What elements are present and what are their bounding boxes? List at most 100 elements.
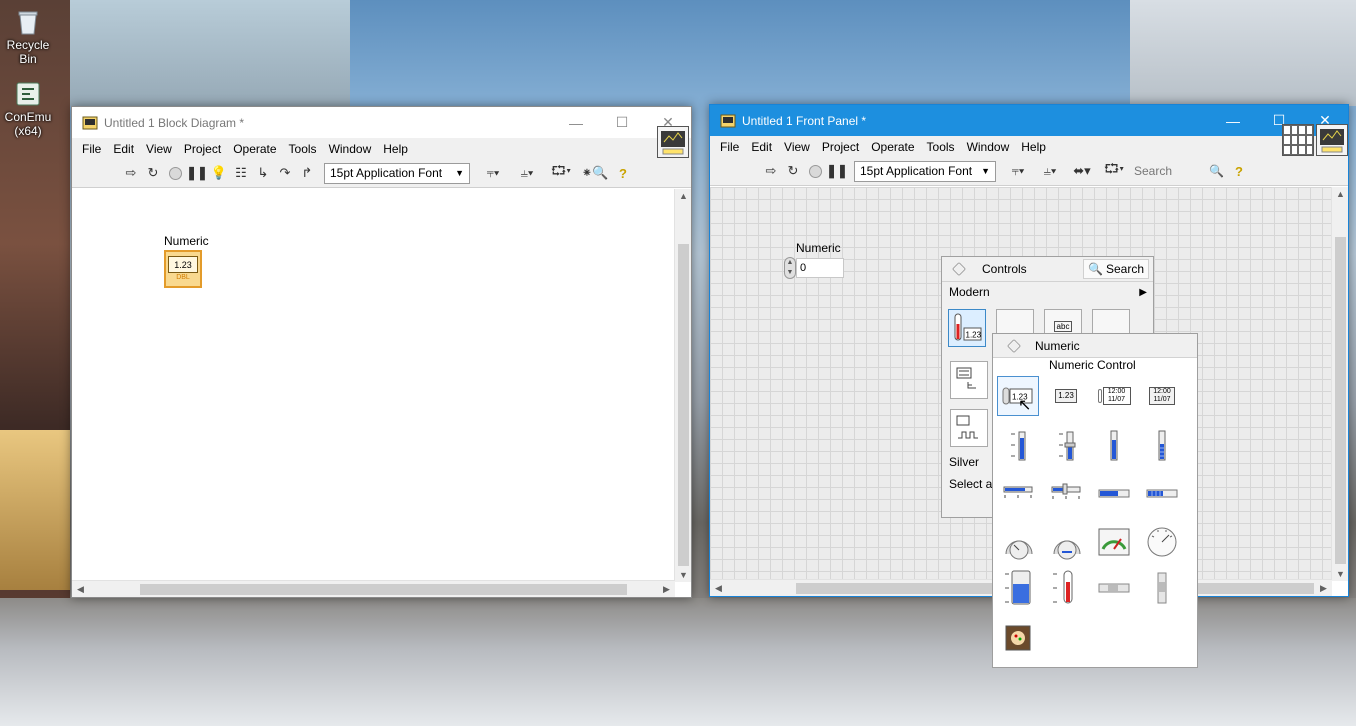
category-modern[interactable]: Modern ▶	[942, 282, 1153, 302]
increment-decrement-icon[interactable]: ▲ ▼	[784, 257, 796, 279]
cleanup-diagram-icon[interactable]: ⁕🔍	[578, 162, 612, 184]
thermometer-item[interactable]	[1045, 568, 1087, 608]
abort-icon[interactable]	[164, 162, 186, 184]
vertical-fill-slide-item[interactable]	[997, 426, 1039, 466]
time-stamp-control-item[interactable]: 12:00 11/07	[1093, 376, 1135, 416]
numeric-indicator-item[interactable]: 1.23	[1045, 376, 1087, 416]
scroll-left-icon[interactable]: ◀	[710, 583, 727, 594]
pin-icon[interactable]	[1007, 338, 1021, 353]
reorder-icon[interactable]: ⮔▾	[544, 162, 578, 184]
desktop-icon-recycle-bin[interactable]: Recycle Bin	[0, 8, 58, 66]
front-panel-titlebar[interactable]: Untitled 1 Front Panel * — ☐ ✕	[710, 105, 1348, 136]
context-help-icon[interactable]: ?	[612, 162, 634, 184]
menu-tools[interactable]: Tools	[283, 142, 323, 156]
menu-project[interactable]: Project	[178, 142, 227, 156]
horizontal-pointer-slide-item[interactable]	[1045, 474, 1087, 514]
vertical-progress-bar-item[interactable]	[1093, 426, 1135, 466]
horizontal-graduated-bar-item[interactable]	[1141, 474, 1183, 514]
context-help-icon[interactable]: ?	[1228, 160, 1250, 182]
pin-icon[interactable]	[952, 262, 966, 276]
numeric-terminal[interactable]: 1.23 DBL	[164, 250, 202, 288]
menu-project[interactable]: Project	[816, 140, 865, 154]
pause-icon[interactable]: ❚❚	[826, 160, 848, 182]
connector-pane-icon[interactable]	[1282, 124, 1314, 156]
tank-item[interactable]	[997, 568, 1039, 608]
run-arrow-icon[interactable]: ⇨	[760, 160, 782, 182]
vi-icon[interactable]	[1316, 124, 1348, 156]
scroll-down-icon[interactable]: ▼	[1332, 569, 1349, 579]
block-diagram-canvas[interactable]: Numeric 1.23 DBL	[72, 189, 675, 582]
numeric-control[interactable]: ▲ ▼ 0	[784, 257, 844, 279]
vi-icon[interactable]	[657, 126, 689, 158]
block-diagram-titlebar[interactable]: Untitled 1 Block Diagram * — ☐ ✕	[72, 107, 691, 138]
step-over-icon[interactable]: ↷	[274, 162, 296, 184]
horizontal-fill-slide-item[interactable]	[997, 474, 1039, 514]
knob-item[interactable]	[997, 522, 1039, 562]
numeric-value[interactable]: 0	[796, 258, 844, 278]
menu-view[interactable]: View	[140, 142, 178, 156]
minimize-button[interactable]: —	[553, 107, 599, 138]
graph-category-icon[interactable]	[950, 409, 988, 447]
horizontal-scrollbar[interactable]: ◀ ▶	[72, 580, 675, 597]
numeric-category-icon[interactable]: 1.23	[948, 309, 986, 347]
desktop-icon-conemu[interactable]: ConEmu (x64)	[0, 80, 58, 138]
menu-file[interactable]: File	[76, 142, 107, 156]
run-arrow-icon[interactable]: ⇨	[120, 162, 142, 184]
menu-file[interactable]: File	[714, 140, 745, 154]
font-select[interactable]: 15pt Application Font ▼	[324, 162, 470, 184]
font-select[interactable]: 15pt Application Font ▼	[854, 160, 996, 182]
vertical-scrollbar-item[interactable]	[1141, 568, 1183, 608]
retain-wire-values-icon[interactable]: ☷	[230, 162, 252, 184]
category-select-a-control[interactable]: Select a	[949, 477, 992, 491]
scroll-up-icon[interactable]: ▲	[675, 191, 692, 201]
array-category-icon[interactable]	[1092, 309, 1130, 335]
search-field[interactable]: Search 🔍	[1130, 161, 1228, 182]
numeric-control-item[interactable]: 1.23 ↖	[997, 376, 1039, 416]
scroll-left-icon[interactable]: ◀	[72, 584, 89, 595]
step-into-icon[interactable]: ↳	[252, 162, 274, 184]
pause-icon[interactable]: ❚❚	[186, 162, 208, 184]
menu-operate[interactable]: Operate	[865, 140, 920, 154]
menu-window[interactable]: Window	[323, 142, 378, 156]
run-continuously-icon[interactable]: ↻	[782, 160, 804, 182]
menu-edit[interactable]: Edit	[107, 142, 140, 156]
menu-edit[interactable]: Edit	[745, 140, 778, 154]
horizontal-scrollbar-item[interactable]	[1093, 568, 1135, 608]
vertical-scrollbar[interactable]: ▲ ▼	[1331, 187, 1348, 581]
menu-view[interactable]: View	[778, 140, 816, 154]
distribute-objects-icon[interactable]: ⫨▾	[1034, 160, 1066, 182]
vertical-pointer-slide-item[interactable]	[1045, 426, 1087, 466]
category-silver[interactable]: Silver	[949, 455, 979, 469]
list-table-category-icon[interactable]	[950, 361, 988, 399]
menu-tools[interactable]: Tools	[921, 140, 961, 154]
menu-help[interactable]: Help	[377, 142, 414, 156]
highlight-execution-icon[interactable]: 💡	[208, 162, 230, 184]
vertical-graduated-bar-item[interactable]	[1141, 426, 1183, 466]
scroll-up-icon[interactable]: ▲	[1332, 189, 1349, 199]
maximize-button[interactable]: ☐	[599, 107, 645, 138]
boolean-category-icon[interactable]	[996, 309, 1034, 335]
horizontal-progress-bar-item[interactable]	[1093, 474, 1135, 514]
gauge-item[interactable]	[1093, 522, 1135, 562]
resize-objects-icon[interactable]: ⬌▾	[1066, 160, 1098, 182]
distribute-objects-icon[interactable]: ⫨▾	[510, 162, 544, 184]
reorder-icon[interactable]: ⮔▾	[1098, 160, 1130, 182]
framed-color-box-item[interactable]	[997, 618, 1039, 658]
vertical-scrollbar[interactable]: ▲ ▼	[674, 189, 691, 582]
scroll-down-icon[interactable]: ▼	[675, 570, 692, 580]
step-out-icon[interactable]: ↱	[296, 162, 318, 184]
palette-search-button[interactable]: 🔍 Search	[1083, 259, 1149, 279]
string-category-icon[interactable]: abc	[1044, 309, 1082, 335]
scroll-right-icon[interactable]: ▶	[658, 584, 675, 595]
scroll-right-icon[interactable]: ▶	[1315, 583, 1332, 594]
align-objects-icon[interactable]: ⫧▾	[1002, 160, 1034, 182]
minimize-button[interactable]: —	[1210, 105, 1256, 136]
meter-item[interactable]	[1141, 522, 1183, 562]
align-objects-icon[interactable]: ⫧▾	[476, 162, 510, 184]
abort-icon[interactable]	[804, 160, 826, 182]
menu-operate[interactable]: Operate	[227, 142, 282, 156]
menu-window[interactable]: Window	[961, 140, 1016, 154]
dial-item[interactable]	[1045, 522, 1087, 562]
menu-help[interactable]: Help	[1015, 140, 1052, 154]
run-continuously-icon[interactable]: ↻	[142, 162, 164, 184]
